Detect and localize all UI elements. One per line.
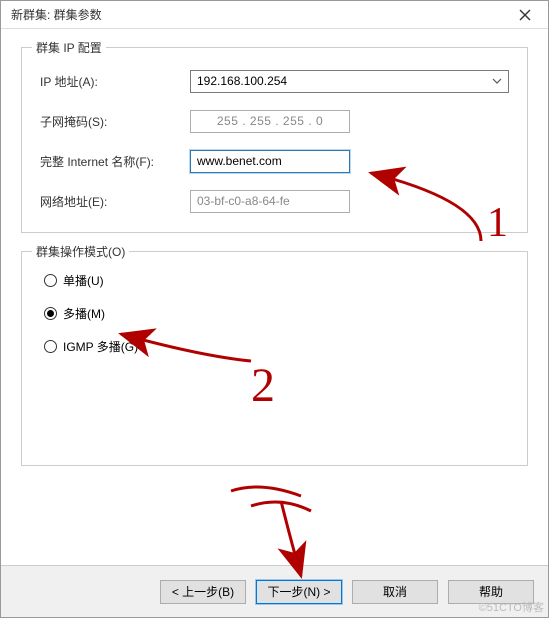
- subnet-mask-value: 255 . 255 . 255 . 0: [217, 114, 323, 128]
- row-ip: IP 地址(A): 192.168.100.254: [40, 68, 509, 94]
- radio-icon: [44, 307, 57, 320]
- ip-address-dropdown[interactable]: 192.168.100.254: [190, 70, 509, 93]
- chevron-down-icon: [488, 72, 506, 90]
- window-title: 新群集: 群集参数: [11, 6, 102, 23]
- label-fqdn: 完整 Internet 名称(F):: [40, 153, 190, 170]
- dialog-body: 群集 IP 配置 IP 地址(A): 192.168.100.254 子网掩码(…: [1, 29, 548, 494]
- fqdn-input-field[interactable]: [197, 154, 343, 168]
- label-subnet-mask: 子网掩码(S):: [40, 113, 190, 130]
- radio-igmp-label: IGMP 多播(G): [63, 338, 138, 355]
- titlebar: 新群集: 群集参数: [1, 1, 548, 29]
- group-ip-config: 群集 IP 配置 IP 地址(A): 192.168.100.254 子网掩码(…: [21, 47, 528, 233]
- group-ip-legend: 群集 IP 配置: [32, 39, 106, 56]
- net-address-value: 03-bf-c0-a8-64-fe: [197, 194, 290, 208]
- net-address-field: 03-bf-c0-a8-64-fe: [190, 190, 350, 213]
- cancel-button[interactable]: 取消: [352, 580, 438, 604]
- dialog-footer: < 上一步(B) 下一步(N) > 取消 帮助: [1, 565, 548, 617]
- group-mode: 群集操作模式(O) 单播(U) 多播(M) IGMP 多播(G): [21, 251, 528, 466]
- ip-address-value: 192.168.100.254: [197, 74, 287, 88]
- row-fqdn: 完整 Internet 名称(F):: [40, 148, 509, 174]
- next-button[interactable]: 下一步(N) >: [256, 580, 342, 604]
- back-button[interactable]: < 上一步(B): [160, 580, 246, 604]
- close-icon[interactable]: [508, 4, 542, 26]
- help-button[interactable]: 帮助: [448, 580, 534, 604]
- fqdn-input[interactable]: [190, 150, 350, 173]
- label-ip-address: IP 地址(A):: [40, 73, 190, 90]
- group-mode-legend: 群集操作模式(O): [32, 243, 129, 260]
- subnet-mask-field: 255 . 255 . 255 . 0: [190, 110, 350, 133]
- row-net-address: 网络地址(E): 03-bf-c0-a8-64-fe: [40, 188, 509, 214]
- radio-icon: [44, 274, 57, 287]
- row-subnet: 子网掩码(S): 255 . 255 . 255 . 0: [40, 108, 509, 134]
- radio-unicast-label: 单播(U): [63, 272, 104, 289]
- radio-icon: [44, 340, 57, 353]
- radio-multicast[interactable]: 多播(M): [40, 305, 509, 322]
- label-net-address: 网络地址(E):: [40, 193, 190, 210]
- radio-multicast-label: 多播(M): [63, 305, 105, 322]
- radio-unicast[interactable]: 单播(U): [40, 272, 509, 289]
- radio-igmp[interactable]: IGMP 多播(G): [40, 338, 509, 355]
